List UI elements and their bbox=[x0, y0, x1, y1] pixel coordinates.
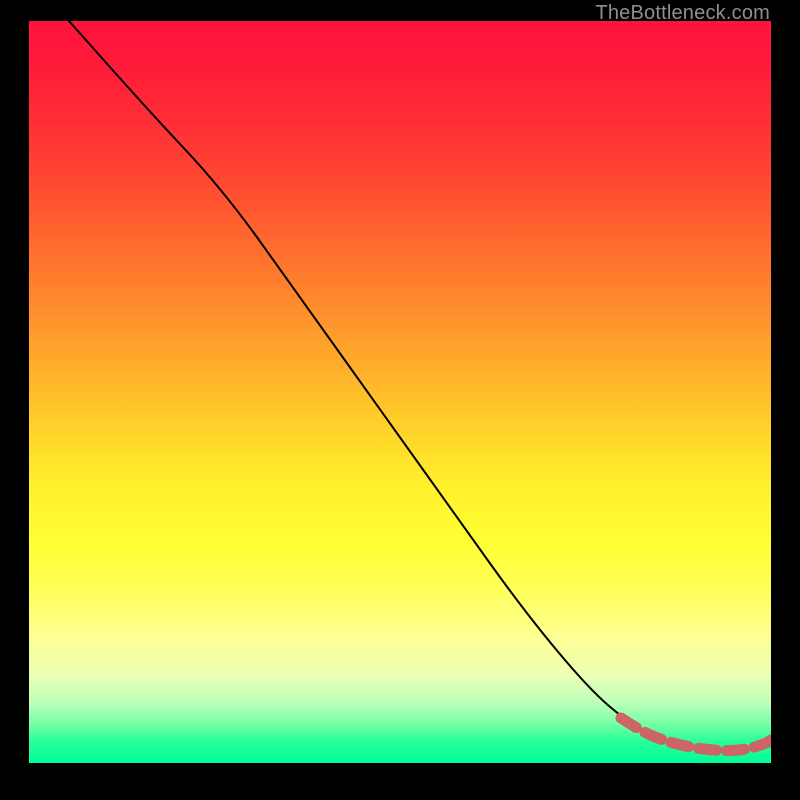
chart-frame: TheBottleneck.com bbox=[0, 0, 800, 800]
main-curve bbox=[69, 21, 771, 751]
highlight-segment bbox=[621, 718, 771, 751]
bottleneck-heat-plot bbox=[29, 21, 771, 763]
curves-layer bbox=[29, 21, 771, 763]
